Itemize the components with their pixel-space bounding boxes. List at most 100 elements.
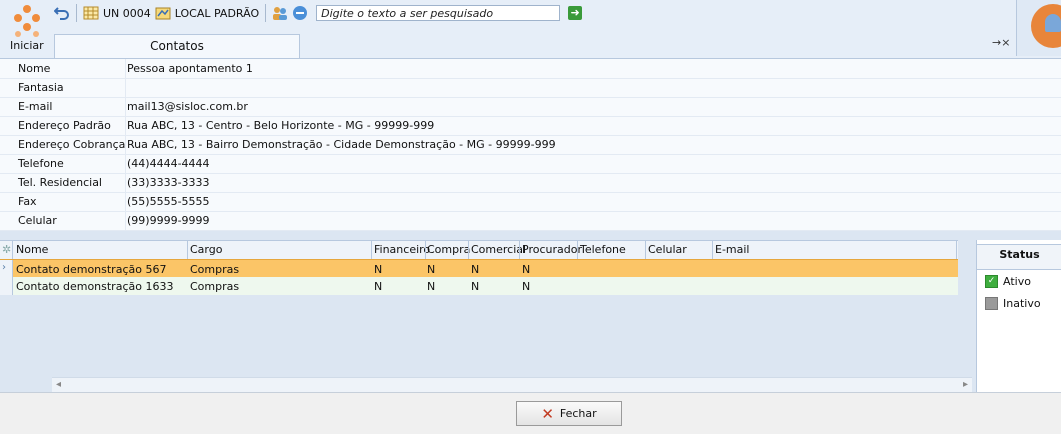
status-panel: Status ✓ Ativo Inativo bbox=[976, 240, 1061, 392]
cell-cargo[interactable]: Compras bbox=[190, 280, 239, 293]
divider bbox=[519, 241, 520, 259]
divider bbox=[125, 59, 126, 78]
table-row[interactable]: › Contato demonstração 567 Compras N N N… bbox=[0, 259, 958, 279]
cell-compra[interactable]: N bbox=[427, 263, 435, 276]
field-value[interactable]: Pessoa apontamento 1 bbox=[127, 62, 253, 75]
field-label: E-mail bbox=[18, 100, 53, 113]
close-icon: ✕ bbox=[541, 404, 554, 423]
cell-procurador[interactable]: N bbox=[522, 280, 530, 293]
column-header[interactable]: Celular bbox=[648, 243, 687, 256]
column-header[interactable]: Nome bbox=[16, 243, 48, 256]
column-header[interactable]: Financeiro bbox=[374, 243, 430, 256]
column-header[interactable]: Compra bbox=[427, 243, 470, 256]
table-row[interactable]: Contato demonstração 1633 Compras N N N … bbox=[0, 277, 958, 295]
column-header[interactable]: Cargo bbox=[190, 243, 222, 256]
divider bbox=[425, 241, 426, 259]
users-icon[interactable] bbox=[272, 5, 288, 21]
scroll-right-icon[interactable]: ▸ bbox=[963, 379, 968, 390]
form-row-fax: Fax (55)5555-5555 bbox=[0, 192, 1061, 212]
tab-contatos[interactable]: Contatos bbox=[54, 34, 300, 58]
app-logo-icon[interactable] bbox=[10, 4, 44, 38]
form-row-telefone: Telefone (44)4444-4444 bbox=[0, 154, 1061, 174]
location-label[interactable]: LOCAL PADRÃO bbox=[175, 7, 259, 20]
undo-icon[interactable] bbox=[54, 5, 70, 21]
status-title: Status bbox=[977, 244, 1061, 270]
divider bbox=[645, 241, 646, 259]
divider bbox=[125, 116, 126, 135]
grid-icon[interactable] bbox=[83, 5, 99, 21]
unit-label[interactable]: UN 0004 bbox=[103, 7, 151, 20]
field-value[interactable]: (33)3333-3333 bbox=[127, 176, 210, 189]
row-indicator bbox=[0, 277, 13, 295]
field-label: Endereço Padrão bbox=[18, 119, 111, 132]
grid-corner-icon: ✲ bbox=[2, 243, 12, 256]
divider bbox=[371, 241, 372, 259]
grid-header: ✲ Nome Cargo Financeiro Compra Comercial… bbox=[0, 240, 958, 260]
fechar-button[interactable]: ✕ Fechar bbox=[516, 401, 622, 426]
field-label: Celular bbox=[18, 214, 57, 227]
field-value[interactable]: (99)9999-9999 bbox=[127, 214, 210, 227]
column-header[interactable]: Telefone bbox=[580, 243, 626, 256]
arrow-right-icon[interactable]: ➜ bbox=[568, 6, 583, 20]
cell-nome[interactable]: Contato demonstração 567 bbox=[16, 263, 166, 276]
field-value[interactable]: (55)5555-5555 bbox=[127, 195, 210, 208]
horizontal-scrollbar[interactable]: ◂ ▸ bbox=[52, 377, 972, 392]
toolbar-separator bbox=[76, 4, 77, 22]
form-row-tel-residencial: Tel. Residencial (33)3333-3333 bbox=[0, 173, 1061, 193]
cell-comercial[interactable]: N bbox=[471, 263, 479, 276]
divider bbox=[468, 241, 469, 259]
fechar-label: Fechar bbox=[559, 407, 597, 420]
column-header[interactable]: Comercial bbox=[471, 243, 526, 256]
tab-close-icon[interactable]: →× bbox=[992, 36, 1010, 49]
field-label: Nome bbox=[18, 62, 51, 75]
cell-cargo[interactable]: Compras bbox=[190, 263, 239, 276]
field-value[interactable]: (44)4444-4444 bbox=[127, 157, 210, 170]
minus-circle-icon[interactable] bbox=[292, 5, 308, 21]
divider bbox=[125, 78, 126, 97]
field-label: Fax bbox=[18, 195, 37, 208]
footer-bar: ✕ Fechar bbox=[0, 392, 1061, 434]
field-value[interactable]: mail13@sisloc.com.br bbox=[127, 100, 248, 113]
divider bbox=[125, 97, 126, 116]
divider bbox=[187, 241, 188, 259]
divider bbox=[956, 241, 957, 259]
status-ativo[interactable]: ✓ Ativo bbox=[985, 275, 1031, 288]
cell-procurador[interactable]: N bbox=[522, 263, 530, 276]
divider bbox=[125, 192, 126, 211]
row-indicator: › bbox=[0, 260, 13, 278]
contacts-grid: ✲ Nome Cargo Financeiro Compra Comercial… bbox=[0, 240, 958, 392]
divider bbox=[125, 135, 126, 154]
cell-financeiro[interactable]: N bbox=[374, 263, 382, 276]
divider bbox=[12, 241, 13, 259]
field-label: Endereço Cobrança bbox=[18, 138, 126, 151]
chevron-right-icon: › bbox=[2, 262, 6, 273]
column-header[interactable]: E-mail bbox=[715, 243, 750, 256]
column-header[interactable]: Procurador bbox=[522, 243, 582, 256]
cell-nome[interactable]: Contato demonstração 1633 bbox=[16, 280, 173, 293]
contact-details-form: Nome Pessoa apontamento 1 Fantasia E-mai… bbox=[0, 59, 1061, 231]
checkbox-unchecked-icon[interactable] bbox=[985, 297, 998, 310]
field-label: Tel. Residencial bbox=[18, 176, 102, 189]
bell-icon[interactable] bbox=[1031, 4, 1061, 48]
cell-compra[interactable]: N bbox=[427, 280, 435, 293]
iniciar-button[interactable]: Iniciar bbox=[10, 39, 44, 52]
field-label: Telefone bbox=[18, 157, 64, 170]
field-value[interactable]: Rua ABC, 13 - Bairro Demonstração - Cida… bbox=[127, 138, 556, 151]
location-icon[interactable] bbox=[155, 5, 171, 21]
divider bbox=[125, 173, 126, 192]
status-inativo-label: Inativo bbox=[1003, 297, 1041, 310]
cell-financeiro[interactable]: N bbox=[374, 280, 382, 293]
divider bbox=[577, 241, 578, 259]
search-input[interactable]: Digite o texto a ser pesquisado bbox=[316, 5, 561, 21]
notification-panel bbox=[1016, 0, 1061, 56]
field-value[interactable]: Rua ABC, 13 - Centro - Belo Horizonte - … bbox=[127, 119, 434, 132]
status-inativo[interactable]: Inativo bbox=[985, 297, 1041, 310]
toolbar: UN 0004 LOCAL PADRÃO Digite o texto a se… bbox=[54, 2, 583, 24]
form-row-nome: Nome Pessoa apontamento 1 bbox=[0, 59, 1061, 79]
divider bbox=[125, 154, 126, 173]
scroll-left-icon[interactable]: ◂ bbox=[56, 379, 61, 390]
checkbox-checked-icon[interactable]: ✓ bbox=[985, 275, 998, 288]
cell-comercial[interactable]: N bbox=[471, 280, 479, 293]
form-row-endereco-cobranca: Endereço Cobrança Rua ABC, 13 - Bairro D… bbox=[0, 135, 1061, 155]
top-bar: Iniciar UN 0004 LOCAL PADRÃO Digite o te… bbox=[0, 0, 1061, 59]
